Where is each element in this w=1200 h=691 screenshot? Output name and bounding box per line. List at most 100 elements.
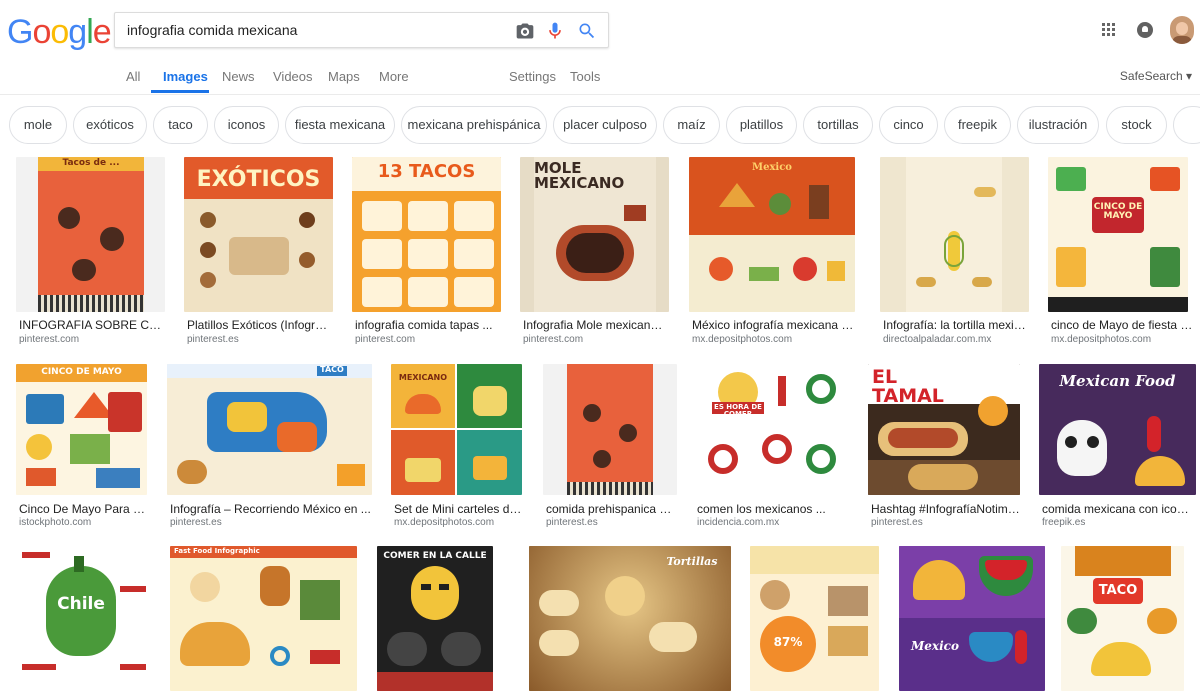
- chip[interactable]: placer culposo: [553, 106, 657, 144]
- result-thumbnail[interactable]: Fast Food Infographic: [170, 546, 357, 691]
- chip-overflow[interactable]: [1173, 106, 1200, 144]
- search-box[interactable]: [114, 12, 609, 48]
- result-title[interactable]: infografia comida tapas ...: [355, 318, 501, 332]
- result-title[interactable]: Hashtag #InfografíaNotimex sur...: [871, 502, 1020, 516]
- active-tab-indicator: [151, 90, 209, 93]
- result-thumbnail[interactable]: CINCO DE MAYO: [16, 364, 147, 495]
- result-title[interactable]: cinco de Mayo de fiesta mexica...: [1051, 318, 1194, 332]
- settings-link[interactable]: Settings: [509, 69, 556, 84]
- result-thumbnail[interactable]: 13 TACOS: [352, 157, 501, 312]
- result-thumbnail[interactable]: COMER EN LA CALLE: [377, 546, 493, 691]
- tab-maps[interactable]: Maps: [328, 69, 360, 84]
- thumbnail-text: Mexico: [911, 639, 959, 653]
- chip[interactable]: iconos: [214, 106, 279, 144]
- result-title[interactable]: comen los mexicanos ...: [697, 502, 850, 516]
- result-thumbnail[interactable]: [880, 157, 1029, 312]
- result-source: freepik.es: [1042, 517, 1086, 528]
- chip[interactable]: cinco: [879, 106, 938, 144]
- chip[interactable]: platillos: [726, 106, 797, 144]
- tab-all[interactable]: All: [126, 69, 140, 84]
- chip[interactable]: fiesta mexicana: [285, 106, 395, 144]
- result-source: istockphoto.com: [19, 517, 92, 528]
- tools-link[interactable]: Tools: [570, 69, 600, 84]
- tab-videos[interactable]: Videos: [273, 69, 313, 84]
- thumbnail-text: Tacos de ...: [62, 158, 120, 168]
- safesearch-toggle[interactable]: SafeSearch ▾: [1120, 69, 1192, 83]
- avatar[interactable]: [1170, 16, 1194, 44]
- tab-news[interactable]: News: [222, 69, 255, 84]
- result-source: pinterest.es: [170, 517, 222, 528]
- result-thumbnail[interactable]: TACO: [167, 364, 372, 495]
- thumbnail-text: EXÓTICOS: [196, 167, 321, 192]
- microphone-icon[interactable]: [545, 21, 565, 41]
- chip[interactable]: exóticos: [73, 106, 147, 144]
- result-thumbnail[interactable]: [543, 364, 677, 495]
- result-title[interactable]: Infografía – Recorriendo México en ...: [170, 502, 372, 516]
- thumbnail-text: COMER EN LA CALLE: [383, 551, 487, 561]
- result-source: pinterest.com: [355, 334, 416, 345]
- result-thumbnail[interactable]: Tacos de ...: [16, 157, 165, 312]
- result-title[interactable]: México infografía mexicana cultura y...: [692, 318, 856, 332]
- result-source: incidencia.com.mx: [697, 517, 780, 528]
- thumbnail-text: Mexico: [752, 162, 792, 173]
- result-thumbnail[interactable]: Chile: [16, 546, 152, 691]
- chip[interactable]: ilustración: [1017, 106, 1099, 144]
- result-title[interactable]: comida mexicana con iconos rela...: [1042, 502, 1194, 516]
- result-thumbnail[interactable]: Mexican Food: [1039, 364, 1196, 495]
- nav-bar: All Images News Videos Maps More Setting…: [0, 60, 1200, 94]
- apps-icon[interactable]: [1102, 23, 1116, 37]
- tab-more[interactable]: More: [379, 69, 409, 84]
- result-thumbnail[interactable]: EL TAMAL: [868, 364, 1020, 495]
- result-title[interactable]: Infografía: la tortilla mexicana ...: [883, 318, 1029, 332]
- thumbnail-text: EL TAMAL: [872, 366, 944, 407]
- tab-images[interactable]: Images: [163, 69, 208, 84]
- camera-icon[interactable]: [515, 21, 535, 41]
- thumbnail-text: Fast Food Infographic: [174, 547, 260, 555]
- result-thumbnail[interactable]: Mexico: [689, 157, 855, 312]
- result-source: directoalpaladar.com.mx: [883, 334, 992, 345]
- result-thumbnail[interactable]: 87%: [750, 546, 879, 691]
- notifications-icon[interactable]: [1137, 22, 1153, 38]
- thumbnail-text: MEXICANO: [398, 373, 448, 382]
- result-thumbnail[interactable]: Tortillas: [529, 546, 731, 691]
- result-thumbnail[interactable]: MOLE MEXICANO: [520, 157, 669, 312]
- result-title[interactable]: Cinco De Mayo Para Fiesta ...: [19, 502, 147, 516]
- result-thumbnail[interactable]: CINCO DE MAYO: [1048, 157, 1188, 312]
- thumbnail-text: Mexican Food: [1059, 372, 1176, 390]
- result-thumbnail[interactable]: Mexico: [899, 546, 1045, 691]
- result-source: pinterest.com: [19, 334, 80, 345]
- chip[interactable]: mexicana prehispánica: [401, 106, 547, 144]
- chip[interactable]: tortillas: [803, 106, 873, 144]
- result-source: mx.depositphotos.com: [692, 334, 793, 345]
- header: Google All Images News Videos Maps More …: [0, 0, 1200, 95]
- result-title[interactable]: comida prehispanica mexic...: [546, 502, 677, 516]
- result-source: mx.depositphotos.com: [394, 517, 495, 528]
- result-title[interactable]: Platillos Exóticos (Infografía ...: [187, 318, 333, 332]
- result-thumbnail[interactable]: EXÓTICOS: [184, 157, 333, 312]
- result-title[interactable]: Set de Mini carteles de com...: [394, 502, 522, 516]
- result-title[interactable]: INFOGRAFIA SOBRE COMIDA M...: [19, 318, 165, 332]
- chip[interactable]: mole: [9, 106, 67, 144]
- chip[interactable]: taco: [153, 106, 208, 144]
- chip[interactable]: freepik: [944, 106, 1011, 144]
- chip[interactable]: maíz: [663, 106, 720, 144]
- result-source: pinterest.com: [523, 334, 584, 345]
- result-thumbnail[interactable]: ES HORA DE COMER: [694, 364, 850, 495]
- google-logo[interactable]: Google: [7, 12, 112, 52]
- search-input[interactable]: [127, 13, 507, 47]
- result-thumbnail[interactable]: MEXICANO: [391, 364, 522, 495]
- thumbnail-text: Chile: [57, 594, 105, 614]
- thumbnail-text: ES HORA DE COMER: [714, 403, 762, 418]
- related-searches-chips: mole exóticos taco iconos fiesta mexican…: [0, 106, 1200, 146]
- result-source: mx.depositphotos.com: [1051, 334, 1152, 345]
- search-icon[interactable]: [577, 21, 597, 41]
- thumbnail-text: TACO: [320, 365, 344, 374]
- thumbnail-text: TACO: [1098, 583, 1138, 598]
- chip[interactable]: stock: [1106, 106, 1167, 144]
- thumbnail-text: 87%: [773, 635, 803, 649]
- thumbnail-text: MOLE MEXICANO: [534, 159, 625, 192]
- result-title[interactable]: Infografia Mole mexicano, tradi...: [523, 318, 669, 332]
- result-thumbnail[interactable]: TACO: [1061, 546, 1184, 691]
- thumbnail-text: Tortillas: [666, 555, 718, 568]
- thumbnail-text: 13 TACOS: [377, 161, 476, 182]
